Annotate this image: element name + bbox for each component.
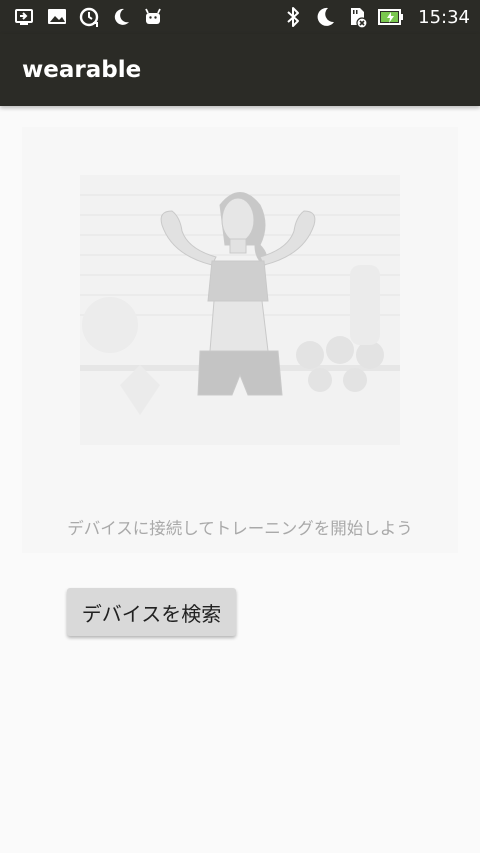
- fitness-woman-flexing-image: [80, 175, 400, 455]
- hero-caption: デバイスに接続してトレーニングを開始しよう: [67, 519, 413, 538]
- status-bar-right: 15:34: [282, 6, 470, 28]
- sync-clock-icon: [78, 6, 100, 28]
- app-bar: wearable: [0, 34, 480, 106]
- android-icon: [142, 6, 164, 28]
- sd-card-error-icon: [346, 6, 368, 28]
- search-device-button[interactable]: デバイスを検索: [67, 588, 236, 636]
- bluetooth-icon: [282, 6, 304, 28]
- battery-charging-icon: [378, 6, 404, 28]
- image-icon: [46, 6, 68, 28]
- status-bar-left: [14, 6, 164, 28]
- status-time: 15:34: [418, 6, 470, 28]
- app-screen: 15:34 wearable デバイスに接続してトレーニングを開始しよう デバイ…: [0, 0, 480, 853]
- hero-card: デバイスに接続してトレーニングを開始しよう: [22, 127, 458, 553]
- status-bar: 15:34: [0, 0, 480, 34]
- screen-cast-icon: [14, 6, 36, 28]
- moon-icon: [110, 6, 132, 28]
- app-title: wearable: [22, 57, 142, 83]
- moon-icon: [314, 6, 336, 28]
